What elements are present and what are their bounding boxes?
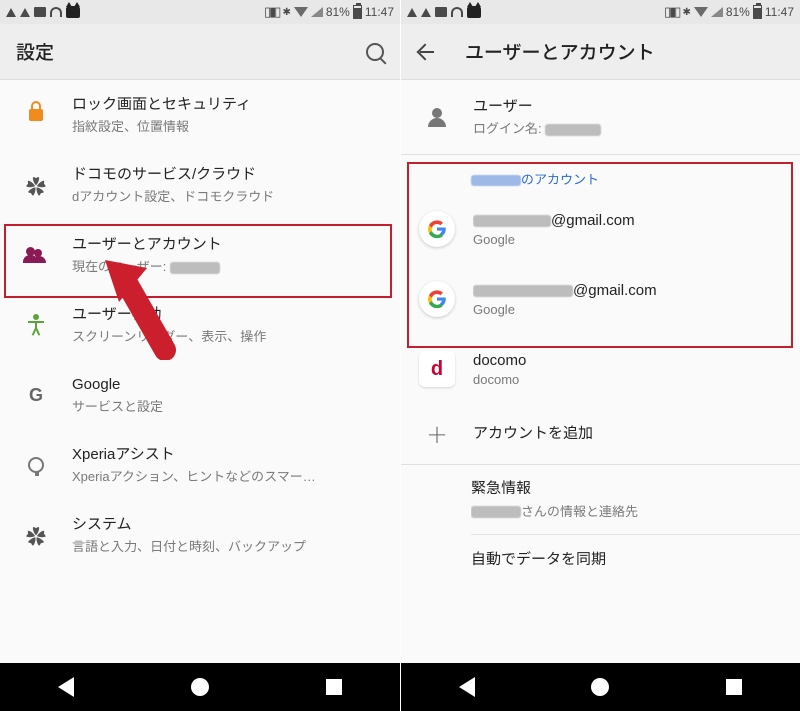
- row-emergency-info[interactable]: 緊急情報 さんの情報と連絡先: [401, 465, 800, 534]
- nav-recents-icon[interactable]: [726, 679, 742, 695]
- row-system[interactable]: ✿ システム 言語と入力、日付と時刻、バックアップ: [0, 500, 400, 570]
- row-title: docomo: [473, 351, 784, 371]
- signal-icon: [311, 7, 323, 17]
- bulb-icon: [28, 457, 44, 473]
- row-title: Xperiaアシスト: [72, 445, 384, 465]
- app-bar: ユーザーとアカウント: [401, 24, 800, 80]
- row-xperia-assist[interactable]: Xperiaアシスト Xperiaアクション、ヒントなどのスマー…: [0, 430, 400, 500]
- accessibility-icon: [27, 316, 45, 334]
- vibrate-icon: ▯▮▯: [664, 4, 679, 20]
- row-user[interactable]: ユーザー ログイン名:: [401, 80, 800, 154]
- battery-icon: [353, 5, 362, 19]
- docomo-icon: d: [419, 351, 455, 387]
- accounts-section-label: のアカウント: [401, 155, 800, 194]
- google-icon: [419, 281, 455, 317]
- nav-back-icon[interactable]: [58, 677, 74, 697]
- row-title: 自動でデータを同期: [471, 550, 784, 570]
- account-email: @gmail.com: [473, 211, 784, 231]
- gear-icon: ✿: [26, 521, 46, 550]
- settings-screen: ▯▮▯ ✱ 81% 11:47 設定 ロック画面とセキュリティ 指紋設定、位置情…: [0, 0, 400, 711]
- row-subtitle: 言語と入力、日付と時刻、バックアップ: [72, 536, 384, 555]
- nav-recents-icon[interactable]: [326, 679, 342, 695]
- row-accessibility[interactable]: ユーザー補助 スクリーンリーダー、表示、操作: [0, 290, 400, 360]
- nav-bar: [0, 663, 400, 711]
- nav-home-icon[interactable]: [191, 678, 209, 696]
- person-icon: [428, 108, 446, 126]
- clock: 11:47: [765, 5, 794, 19]
- vibrate-icon: ▯▮▯: [264, 4, 279, 20]
- headphones-icon: [50, 7, 62, 17]
- headphones-icon: [451, 7, 463, 17]
- row-title: システム: [72, 515, 384, 535]
- status-bar: ▯▮▯ ✱ 81% 11:47: [0, 0, 400, 24]
- row-subtitle: Xperiaアクション、ヒントなどのスマー…: [72, 466, 384, 485]
- row-subtitle: スクリーンリーダー、表示、操作: [72, 326, 384, 345]
- row-title: ドコモのサービス/クラウド: [72, 165, 384, 185]
- app-icon: [467, 6, 481, 18]
- account-email: @gmail.com: [473, 281, 784, 301]
- accounts-list[interactable]: ユーザー ログイン名: のアカウント @gmail.com Google: [401, 80, 800, 663]
- row-google-account-1[interactable]: @gmail.com Google: [401, 194, 800, 264]
- row-title: アカウントを追加: [473, 424, 784, 444]
- row-autosync[interactable]: 自動でデータを同期: [401, 535, 800, 585]
- status-bar: ▯▮▯ ✱ 81% 11:47: [401, 0, 800, 24]
- row-docomo-services[interactable]: ✿ ドコモのサービス/クラウド dアカウント設定、ドコモクラウド: [0, 150, 400, 220]
- clock: 11:47: [365, 5, 394, 19]
- row-title: ユーザーとアカウント: [72, 235, 384, 255]
- search-icon[interactable]: [366, 43, 384, 61]
- wifi-icon: [294, 7, 308, 17]
- app-icon: [66, 6, 80, 18]
- row-lock-security[interactable]: ロック画面とセキュリティ 指紋設定、位置情報: [0, 80, 400, 150]
- page-title: ユーザーとアカウント: [465, 38, 655, 65]
- row-subtitle: 指紋設定、位置情報: [72, 116, 384, 135]
- row-subtitle: dアカウント設定、ドコモクラウド: [72, 186, 384, 205]
- row-subtitle: 現在のユーザー:: [72, 256, 384, 275]
- signal-icon: [711, 7, 723, 17]
- row-docomo-account[interactable]: d docomo docomo: [401, 334, 800, 404]
- account-provider: Google: [473, 302, 784, 317]
- back-icon[interactable]: [417, 42, 437, 62]
- users-accounts-screen: ▯▮▯ ✱ 81% 11:47 ユーザーとアカウント ユーザー ログイン名:: [400, 0, 800, 711]
- row-title: ロック画面とセキュリティ: [72, 95, 384, 115]
- lock-icon: [29, 109, 43, 121]
- battery-icon: [753, 5, 762, 19]
- row-title: 緊急情報: [471, 479, 784, 499]
- row-subtitle: サービスと設定: [72, 396, 384, 415]
- nav-home-icon[interactable]: [591, 678, 609, 696]
- row-title: Google: [72, 375, 384, 395]
- app-bar: 設定: [0, 24, 400, 80]
- users-icon: [26, 247, 46, 263]
- plus-icon: ＋: [426, 418, 448, 450]
- row-subtitle: docomo: [473, 372, 784, 387]
- warning-icon: [20, 8, 30, 17]
- page-title: 設定: [16, 38, 54, 65]
- row-google-account-2[interactable]: @gmail.com Google: [401, 264, 800, 334]
- row-users-accounts[interactable]: ユーザーとアカウント 現在のユーザー:: [0, 220, 400, 290]
- battery-pct: 81%: [726, 5, 750, 19]
- account-provider: Google: [473, 232, 784, 247]
- settings-list[interactable]: ロック画面とセキュリティ 指紋設定、位置情報 ✿ ドコモのサービス/クラウド d…: [0, 80, 400, 663]
- row-add-account[interactable]: ＋ アカウントを追加: [401, 404, 800, 464]
- warning-icon: [6, 8, 16, 17]
- google-icon: [419, 211, 455, 247]
- battery-pct: 81%: [326, 5, 350, 19]
- bluetooth-icon: ✱: [282, 7, 290, 18]
- image-icon: [435, 7, 447, 17]
- row-subtitle: ログイン名:: [473, 118, 784, 137]
- row-title: ユーザー: [473, 97, 784, 117]
- nav-back-icon[interactable]: [459, 677, 475, 697]
- gear-icon: ✿: [26, 171, 46, 200]
- wifi-icon: [694, 7, 708, 17]
- bluetooth-icon: ✱: [682, 7, 690, 18]
- nav-bar: [401, 663, 800, 711]
- warning-icon: [421, 8, 431, 17]
- warning-icon: [407, 8, 417, 17]
- row-google[interactable]: G Google サービスと設定: [0, 360, 400, 430]
- row-title: ユーザー補助: [72, 305, 384, 325]
- row-subtitle: さんの情報と連絡先: [471, 501, 784, 520]
- google-g-icon: G: [25, 385, 47, 406]
- image-icon: [34, 7, 46, 17]
